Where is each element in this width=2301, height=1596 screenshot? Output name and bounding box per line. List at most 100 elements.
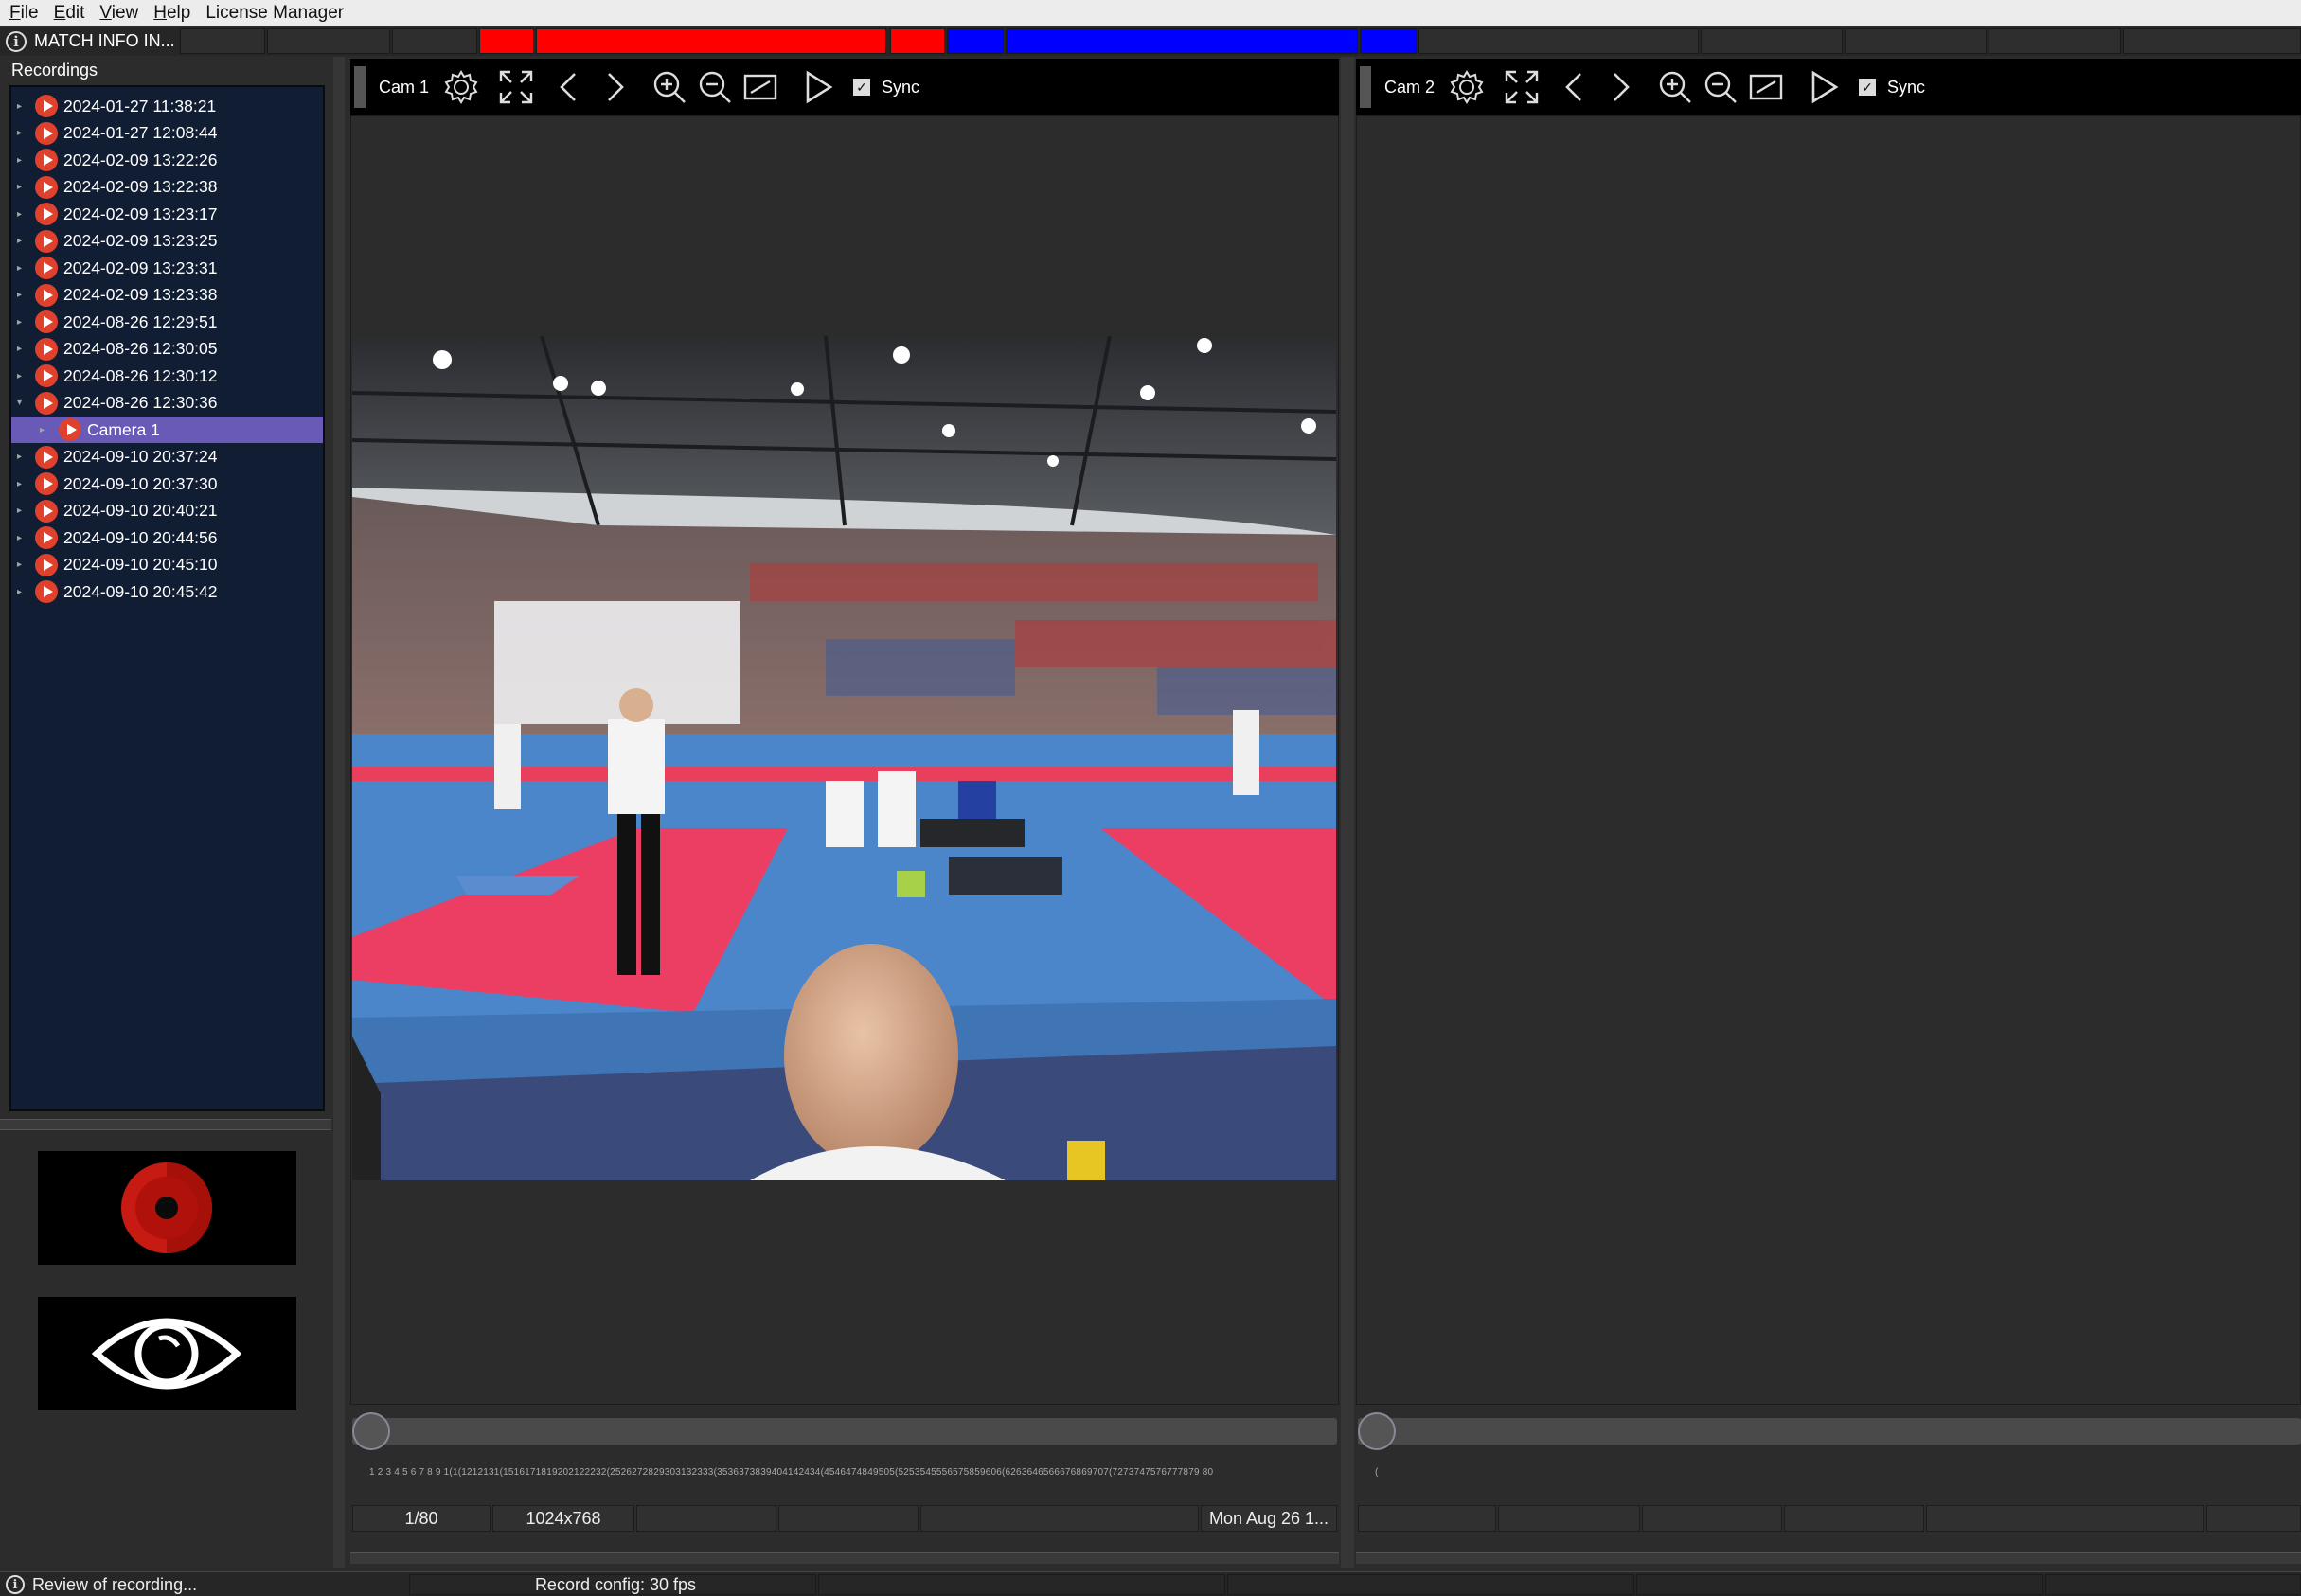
- match-segment[interactable]: [1845, 28, 1987, 54]
- recording-item[interactable]: ▸ 2024-09-10 20:40:21: [11, 498, 323, 524]
- recording-label: 2024-09-10 20:37:30: [63, 473, 218, 493]
- cam1-toolbar-grip[interactable]: [354, 66, 366, 108]
- recording-item[interactable]: ▸ 2024-01-27 11:38:21: [11, 93, 323, 119]
- cam1-fullscreen-icon[interactable]: [493, 64, 539, 110]
- cam1-zoom-in-icon[interactable]: [647, 64, 692, 110]
- match-segment[interactable]: [392, 28, 477, 54]
- expand-arrow-icon[interactable]: ▸: [17, 155, 22, 166]
- menu-help[interactable]: Help: [153, 3, 190, 24]
- expand-arrow-icon[interactable]: ▸: [17, 236, 22, 246]
- cam1-play-icon[interactable]: [794, 64, 840, 110]
- left-panel-splitter[interactable]: [0, 1119, 331, 1130]
- expand-arrow-icon[interactable]: ▸: [17, 317, 22, 328]
- recording-label: 2024-08-26 12:29:51: [63, 311, 218, 331]
- expand-arrow-icon[interactable]: ▸: [17, 101, 22, 112]
- cam2-play-icon[interactable]: [1800, 64, 1846, 110]
- match-segment[interactable]: [890, 28, 945, 54]
- match-segment[interactable]: [479, 28, 534, 54]
- center-splitter[interactable]: [1341, 57, 1354, 1568]
- recording-play-icon: [35, 391, 58, 415]
- recording-item[interactable]: ▸ 2024-02-09 13:23:25: [11, 228, 323, 255]
- cam2-bottom-splitter[interactable]: [1356, 1552, 2301, 1564]
- expand-arrow-icon[interactable]: ▸: [17, 209, 22, 220]
- match-segment[interactable]: [1006, 28, 1358, 54]
- expand-arrow-icon[interactable]: ▸: [17, 263, 22, 274]
- recording-item[interactable]: ▸ 2024-09-10 20:45:10: [11, 552, 323, 578]
- menu-view[interactable]: View: [99, 3, 138, 24]
- recording-item[interactable]: ▸ 2024-01-27 12:08:44: [11, 120, 323, 147]
- cam2-toolbar-grip[interactable]: [1360, 66, 1371, 108]
- recording-label: 2024-02-09 13:23:38: [63, 285, 218, 304]
- recordings-tree[interactable]: ▸ 2024-01-27 11:38:21 ▸ 2024-01-27 12:08:44…: [9, 85, 325, 1111]
- recording-item[interactable]: ▸ 2024-09-10 20:44:56: [11, 524, 323, 551]
- cam2-sync-checkbox[interactable]: ✓: [1859, 79, 1877, 96]
- cam2-next-frame-icon[interactable]: [1597, 64, 1643, 110]
- menu-license-manager[interactable]: License Manager: [205, 3, 344, 24]
- expand-arrow-icon[interactable]: ▸: [17, 533, 22, 543]
- cam2-settings-icon[interactable]: [1444, 64, 1489, 110]
- cam2-status-cell: [1784, 1505, 1924, 1532]
- expand-arrow-icon[interactable]: ▸: [17, 505, 22, 516]
- recording-item[interactable]: ▸ 2024-08-26 12:30:12: [11, 363, 323, 389]
- match-segment[interactable]: [947, 28, 1004, 54]
- cam2-zoom-out-icon[interactable]: [1698, 64, 1743, 110]
- cam2-status-cell: [1642, 1505, 1782, 1532]
- expand-arrow-icon[interactable]: ▸: [17, 479, 22, 489]
- recording-item[interactable]: ▸ 2024-02-09 13:23:38: [11, 282, 323, 309]
- review-button[interactable]: [38, 1297, 296, 1410]
- recording-item[interactable]: ▸ 2024-02-09 13:23:31: [11, 255, 323, 281]
- cam2-zoom-in-icon[interactable]: [1652, 64, 1698, 110]
- cam2-timeline-handle[interactable]: [1358, 1412, 1396, 1450]
- match-segment[interactable]: [267, 28, 390, 54]
- cam2-viewport[interactable]: [1356, 115, 2301, 1405]
- expand-arrow-icon[interactable]: ▸: [17, 452, 22, 462]
- menu-file[interactable]: File: [9, 3, 39, 24]
- cam2-prev-frame-icon[interactable]: [1552, 64, 1597, 110]
- expand-arrow-icon[interactable]: ▸: [17, 344, 22, 354]
- cam1-fit-icon[interactable]: [738, 64, 783, 110]
- recording-item[interactable]: ▸ 2024-02-09 13:22:38: [11, 174, 323, 201]
- recording-item[interactable]: ▸ 2024-09-10 20:45:42: [11, 578, 323, 605]
- expand-arrow-icon[interactable]: ▸: [17, 182, 22, 192]
- expand-arrow-icon[interactable]: ▸: [17, 559, 22, 570]
- cam1-prev-frame-icon[interactable]: [546, 64, 592, 110]
- cam1-next-frame-icon[interactable]: [592, 64, 637, 110]
- cam1-timeline-track[interactable]: [352, 1418, 1337, 1445]
- match-segment[interactable]: [2123, 28, 2301, 54]
- recording-item[interactable]: ▸ 2024-09-10 20:37:30: [11, 470, 323, 497]
- cam1-sync-checkbox[interactable]: ✓: [853, 79, 871, 96]
- record-button[interactable]: [38, 1151, 296, 1265]
- cam1-timeline-handle[interactable]: [352, 1412, 390, 1450]
- match-segment[interactable]: [1701, 28, 1843, 54]
- match-segment[interactable]: [180, 28, 265, 54]
- recording-item[interactable]: ▸ 2024-08-26 12:29:51: [11, 309, 323, 335]
- recording-item[interactable]: ▾ 2024-08-26 12:30:36: [11, 390, 323, 417]
- cam2-timeline-track[interactable]: [1358, 1418, 2301, 1445]
- match-info-button[interactable]: i MATCH INFO IN...: [0, 27, 180, 56]
- recording-item[interactable]: ▸ 2024-08-26 12:30:05: [11, 336, 323, 363]
- cam1-video-frame[interactable]: [352, 336, 1336, 1180]
- expand-arrow-icon[interactable]: ▸: [17, 587, 22, 597]
- collapse-arrow-icon[interactable]: ▾: [17, 398, 22, 408]
- expand-arrow-icon[interactable]: ▸: [17, 128, 22, 138]
- cam1-zoom-out-icon[interactable]: [692, 64, 738, 110]
- recording-item[interactable]: ▸ 2024-02-09 13:23:17: [11, 201, 323, 227]
- match-segment[interactable]: [536, 28, 886, 54]
- recording-item[interactable]: ▸ 2024-09-10 20:37:24: [11, 444, 323, 470]
- cam1-settings-icon[interactable]: [438, 64, 484, 110]
- expand-arrow-icon[interactable]: ▸: [40, 425, 45, 435]
- expand-arrow-icon[interactable]: ▸: [17, 290, 22, 300]
- left-splitter[interactable]: [333, 57, 345, 1568]
- cam2-fit-icon[interactable]: [1743, 64, 1789, 110]
- match-segment[interactable]: [1989, 28, 2121, 54]
- cam2-fullscreen-icon[interactable]: [1499, 64, 1544, 110]
- cam1-bottom-splitter[interactable]: [350, 1552, 1339, 1564]
- recording-camera-item[interactable]: ▸ Camera 1: [11, 417, 323, 443]
- cam1-frame-counter: 1/80: [352, 1505, 491, 1532]
- match-segment[interactable]: [1418, 28, 1699, 54]
- status-record-config: Record config: 30 fps: [409, 1574, 816, 1595]
- recording-item[interactable]: ▸ 2024-02-09 13:22:26: [11, 147, 323, 173]
- expand-arrow-icon[interactable]: ▸: [17, 371, 22, 381]
- match-segment[interactable]: [1360, 28, 1417, 54]
- menu-edit[interactable]: Edit: [54, 3, 85, 24]
